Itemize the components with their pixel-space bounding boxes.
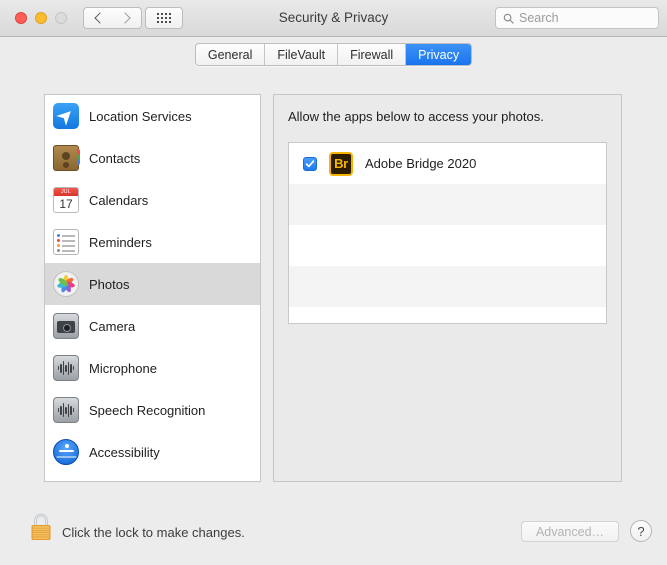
sidebar-item-label: Camera	[89, 318, 136, 334]
sidebar-item-label: Reminders	[89, 234, 152, 250]
search-icon	[503, 13, 514, 24]
reminders-icon	[53, 229, 79, 255]
sidebar-item-label: Speech Recognition	[89, 402, 206, 418]
advanced-button[interactable]: Advanced…	[521, 521, 619, 542]
sidebar-item-calendars[interactable]: JUL 17 Calendars	[45, 179, 260, 221]
sidebar-item-reminders[interactable]: Reminders	[45, 221, 260, 263]
security-privacy-window: Security & Privacy Search General FileVa…	[0, 0, 667, 565]
content-area: Location Services Contacts JUL 17 Calend…	[0, 72, 667, 493]
adobe-bridge-icon: Br	[329, 151, 353, 176]
app-allow-checkbox[interactable]	[303, 156, 317, 171]
table-row	[289, 266, 606, 307]
speech-recognition-icon	[53, 397, 79, 423]
sidebar-item-label: Location Services	[89, 108, 192, 124]
sidebar-item-speech-recognition[interactable]: Speech Recognition	[45, 389, 260, 431]
lock-message: Click the lock to make changes.	[62, 525, 245, 540]
tab-privacy[interactable]: Privacy	[406, 44, 472, 65]
sidebar-item-label: Microphone	[89, 360, 157, 376]
tab-bar: General FileVault Firewall Privacy	[0, 37, 667, 72]
sidebar-item-photos[interactable]: Photos	[45, 263, 260, 305]
table-row	[289, 307, 606, 323]
tab-general[interactable]: General	[195, 44, 266, 65]
calendar-day-label: 17	[59, 197, 73, 211]
allowed-apps-list[interactable]: Br Adobe Bridge 2020	[288, 142, 607, 324]
table-row[interactable]: Br Adobe Bridge 2020	[289, 143, 606, 184]
tab-firewall[interactable]: Firewall	[338, 44, 407, 65]
help-button[interactable]: ?	[630, 520, 652, 542]
search-input[interactable]: Search	[495, 7, 659, 29]
table-row	[289, 184, 606, 225]
sidebar-item-label: Photos	[89, 276, 130, 292]
sidebar-item-location-services[interactable]: Location Services	[45, 95, 260, 137]
privacy-detail-pane: Allow the apps below to access your phot…	[273, 94, 622, 482]
sidebar-item-contacts[interactable]: Contacts	[45, 137, 260, 179]
tab-filevault[interactable]: FileVault	[265, 44, 339, 65]
sidebar-item-label: Contacts	[89, 150, 141, 166]
window-titlebar: Security & Privacy Search	[0, 0, 667, 37]
calendars-icon: JUL 17	[53, 187, 79, 213]
photos-icon	[53, 271, 79, 297]
lock-button[interactable]	[26, 510, 56, 544]
contacts-icon	[53, 145, 80, 171]
camera-icon	[53, 313, 79, 339]
table-row	[289, 225, 606, 266]
sidebar-item-accessibility[interactable]: Accessibility	[45, 431, 260, 473]
sidebar-item-label: Calendars	[89, 192, 149, 208]
calendar-month-label: JUL	[54, 188, 78, 196]
app-name-label: Adobe Bridge 2020	[365, 156, 477, 171]
privacy-category-list[interactable]: Location Services Contacts JUL 17 Calend…	[44, 94, 261, 482]
footer-bar: Click the lock to make changes. Advanced…	[0, 493, 667, 565]
sidebar-item-camera[interactable]: Camera	[45, 305, 260, 347]
accessibility-icon	[53, 439, 79, 465]
search-placeholder: Search	[519, 11, 559, 25]
microphone-icon	[53, 355, 79, 381]
pane-description: Allow the apps below to access your phot…	[288, 109, 544, 124]
location-services-icon	[53, 103, 79, 129]
sidebar-item-label: Accessibility	[89, 444, 160, 460]
lock-icon	[31, 513, 51, 540]
sidebar-item-microphone[interactable]: Microphone	[45, 347, 260, 389]
